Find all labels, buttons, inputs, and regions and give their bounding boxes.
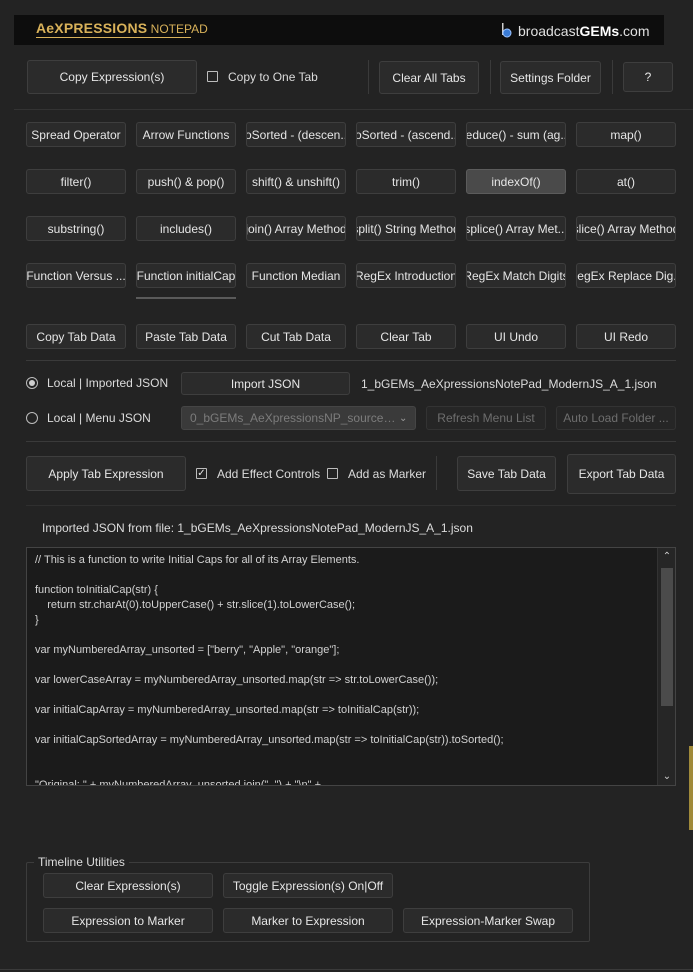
add-effect-controls-label: Add Effect Controls [217, 467, 321, 481]
section-divider [26, 441, 676, 442]
toggle-expressions-button[interactable]: Toggle Expression(s) On|Off [223, 873, 393, 898]
section-divider [26, 505, 676, 506]
tab-action-button[interactable]: Copy Tab Data [26, 324, 126, 349]
snippet-button[interactable]: Function Median [246, 263, 346, 288]
brand-prefix: broadcast [518, 23, 580, 39]
snippet-button[interactable]: Arrow Functions [136, 122, 236, 147]
local-imported-json-radio[interactable] [26, 377, 38, 389]
clear-expressions-button[interactable]: Clear Expression(s) [43, 873, 213, 898]
marker-to-expression-button[interactable]: Marker to Expression [223, 908, 393, 933]
help-button[interactable]: ? [623, 62, 673, 92]
gem-icon [500, 23, 512, 39]
snippet-button[interactable]: filter() [26, 169, 126, 194]
chevron-down-icon: ⌄ [399, 412, 408, 424]
tab-action-button[interactable]: Cut Tab Data [246, 324, 346, 349]
brand-link[interactable]: broadcast GEMs .com [500, 21, 650, 41]
app-logo: AeXPRESSIONS NOTEPAD [36, 20, 208, 40]
snippet-button[interactable]: indexOf() [466, 169, 566, 194]
snippet-button[interactable]: RegEx Replace Dig... [576, 263, 676, 288]
snippet-button[interactable]: trim() [356, 169, 456, 194]
auto-load-folder-button[interactable]: Auto Load Folder ... [556, 406, 676, 430]
add-as-marker-checkbox[interactable] [327, 468, 338, 479]
brand-bold: GEMs [579, 23, 620, 39]
tab-action-button[interactable]: Clear Tab [356, 324, 456, 349]
toolbar-divider [612, 60, 613, 94]
copy-to-one-tab-checkbox[interactable] [207, 71, 218, 82]
scrollbar-thumb[interactable] [661, 568, 673, 706]
tab-action-button[interactable]: UI Undo [466, 324, 566, 349]
copy-to-one-tab-label: Copy to One Tab [228, 70, 318, 84]
snippet-button[interactable]: shift() & unshift() [246, 169, 346, 194]
toolbar-divider [368, 60, 369, 94]
copy-expressions-button[interactable]: Copy Expression(s) [27, 60, 197, 94]
add-effect-controls-checkbox[interactable]: ✓ [196, 468, 207, 479]
settings-folder-button[interactable]: Settings Folder [500, 61, 601, 94]
snippet-button[interactable]: Function initialCap [136, 263, 236, 288]
timeline-utilities-title: Timeline Utilities [34, 855, 129, 869]
snippet-button[interactable]: toSorted - (ascend... [356, 122, 456, 147]
snippet-button[interactable]: push() & pop() [136, 169, 236, 194]
expression-editor[interactable]: // This is a function to write Initial C… [26, 547, 676, 786]
tab-action-button[interactable]: Paste Tab Data [136, 324, 236, 349]
local-imported-json-label: Local | Imported JSON [47, 376, 169, 390]
imported-file-name: 1_bGEMs_AeXpressionsNotePad_ModernJS_A_1… [361, 377, 657, 391]
save-tab-data-button[interactable]: Save Tab Data [457, 456, 556, 491]
snippet-button[interactable]: RegEx Introduction [356, 263, 456, 288]
local-menu-json-label: Local | Menu JSON [47, 411, 151, 425]
local-menu-json-radio[interactable] [26, 412, 38, 424]
menu-json-select[interactable]: 0_bGEMs_AeXpressionsNP_sourceTex... ⌄ [181, 406, 416, 430]
export-tab-data-button[interactable]: Export Tab Data [567, 454, 676, 494]
import-json-button[interactable]: Import JSON [181, 372, 350, 395]
section-divider [14, 109, 693, 110]
tab-action-button[interactable]: UI Redo [576, 324, 676, 349]
expression-marker-swap-button[interactable]: Expression-Marker Swap [403, 908, 573, 933]
scroll-down-icon[interactable]: ⌄ [658, 771, 675, 782]
snippet-button[interactable]: join() Array Method [246, 216, 346, 241]
snippet-button[interactable]: RegEx Match Digits [466, 263, 566, 288]
snippet-button[interactable]: slice() Array Method [576, 216, 676, 241]
snippet-button[interactable]: substring() [26, 216, 126, 241]
snippet-button[interactable]: Function Versus ... [26, 263, 126, 288]
snippet-button[interactable]: reduce() - sum (ag... [466, 122, 566, 147]
snippet-button[interactable]: toSorted - (descen... [246, 122, 346, 147]
expression-to-marker-button[interactable]: Expression to Marker [43, 908, 213, 933]
refresh-menu-list-button[interactable]: Refresh Menu List [426, 406, 546, 430]
snippet-button[interactable]: split() String Method [356, 216, 456, 241]
expression-editor-text[interactable]: // This is a function to write Initial C… [35, 553, 504, 785]
toolbar-divider [490, 60, 491, 94]
logo-main: AeXPRESSIONS [36, 20, 148, 36]
snippet-button[interactable]: at() [576, 169, 676, 194]
snippet-button[interactable]: Spread Operator [26, 122, 126, 147]
section-divider [26, 360, 676, 361]
snippet-button[interactable]: includes() [136, 216, 236, 241]
right-edge-strip [689, 746, 693, 830]
snippet-button[interactable]: splice() Array Met... [466, 216, 566, 241]
editor-scrollbar[interactable]: ⌃ ⌄ [657, 548, 675, 785]
apply-tab-expression-button[interactable]: Apply Tab Expression [26, 456, 186, 491]
brand-suffix: .com [619, 23, 650, 39]
menu-json-select-value: 0_bGEMs_AeXpressionsNP_sourceTex... [190, 411, 399, 425]
snippet-button[interactable]: map() [576, 122, 676, 147]
logo-underline [36, 37, 191, 38]
scroll-up-icon[interactable]: ⌃ [658, 551, 675, 562]
import-status-text: Imported JSON from file: 1_bGEMs_AeXpres… [42, 521, 473, 535]
clear-all-tabs-button[interactable]: Clear All Tabs [379, 61, 479, 94]
apply-divider [436, 456, 437, 490]
active-tab-indicator [136, 297, 236, 299]
add-as-marker-label: Add as Marker [348, 467, 427, 481]
bottom-border [0, 969, 693, 970]
logo-sub: NOTEPAD [150, 22, 208, 36]
